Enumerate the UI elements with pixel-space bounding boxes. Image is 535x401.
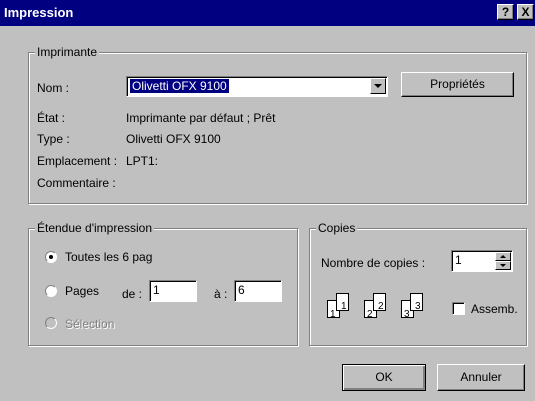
radio-selection bbox=[45, 317, 57, 329]
collate-page-number: 2 bbox=[367, 309, 373, 320]
pages-label[interactable]: Pages bbox=[65, 284, 99, 298]
from-label: de : bbox=[122, 287, 143, 301]
title-bar: Impression ? X bbox=[0, 0, 535, 26]
collate-page-number: 3 bbox=[415, 301, 421, 312]
selection-label: Sélection bbox=[65, 317, 115, 331]
copies-group-label: Copies bbox=[316, 221, 358, 235]
chevron-down-icon bbox=[500, 264, 506, 267]
collate-page-number: 3 bbox=[404, 309, 410, 320]
copies-group: Copies bbox=[309, 221, 527, 346]
to-label: à : bbox=[214, 287, 228, 301]
spinner-up-button[interactable] bbox=[495, 252, 511, 261]
ok-button[interactable]: OK bbox=[342, 364, 426, 391]
collate-page-number: 1 bbox=[330, 309, 336, 320]
close-button[interactable]: X bbox=[517, 4, 534, 20]
cancel-button[interactable]: Annuler bbox=[437, 364, 525, 391]
comment-label: Commentaire : bbox=[37, 176, 116, 190]
printer-group-label: Imprimante bbox=[35, 45, 100, 59]
location-label: Emplacement : bbox=[37, 154, 118, 168]
collate-checkbox[interactable] bbox=[452, 302, 465, 315]
printer-name-select[interactable]: Olivetti OFX 9100 bbox=[126, 76, 388, 97]
chevron-up-icon bbox=[500, 255, 506, 258]
radio-all-pages[interactable] bbox=[45, 251, 57, 263]
window-title: Impression bbox=[4, 5, 74, 20]
chevron-down-icon bbox=[374, 84, 382, 88]
printer-name-value: Olivetti OFX 9100 bbox=[130, 79, 229, 93]
to-page-value: 6 bbox=[238, 283, 245, 297]
collate-label[interactable]: Assemb. bbox=[471, 302, 518, 316]
all-pages-label[interactable]: Toutes les 6 pag bbox=[65, 250, 152, 264]
status-label: État : bbox=[37, 111, 66, 125]
type-value: Olivetti OFX 9100 bbox=[126, 132, 221, 146]
collate-page-number: 1 bbox=[341, 301, 347, 312]
help-button[interactable]: ? bbox=[497, 4, 514, 20]
printer-name-label: Nom : bbox=[37, 81, 70, 95]
from-page-input[interactable]: 1 bbox=[149, 280, 197, 302]
to-page-input[interactable]: 6 bbox=[234, 280, 282, 302]
collate-page-number: 2 bbox=[378, 301, 384, 312]
status-value: Imprimante par défaut ; Prêt bbox=[126, 111, 276, 125]
copies-count-value: 1 bbox=[455, 253, 462, 267]
radio-pages[interactable] bbox=[45, 285, 57, 297]
copies-spinner[interactable]: 1 bbox=[451, 250, 513, 272]
type-label: Type : bbox=[37, 132, 70, 146]
printer-name-dropdown-button[interactable] bbox=[370, 78, 386, 94]
copies-count-label: Nombre de copies : bbox=[321, 256, 426, 270]
location-value: LPT1: bbox=[126, 154, 159, 168]
print-range-group-label: Étendue d'impression bbox=[35, 221, 155, 235]
print-dialog: Impression ? X Imprimante Nom : Olivetti… bbox=[0, 0, 535, 401]
radio-selected-dot bbox=[49, 255, 53, 259]
spinner-down-button[interactable] bbox=[495, 261, 511, 270]
from-page-value: 1 bbox=[153, 283, 160, 297]
properties-button[interactable]: Propriétés bbox=[401, 72, 514, 97]
